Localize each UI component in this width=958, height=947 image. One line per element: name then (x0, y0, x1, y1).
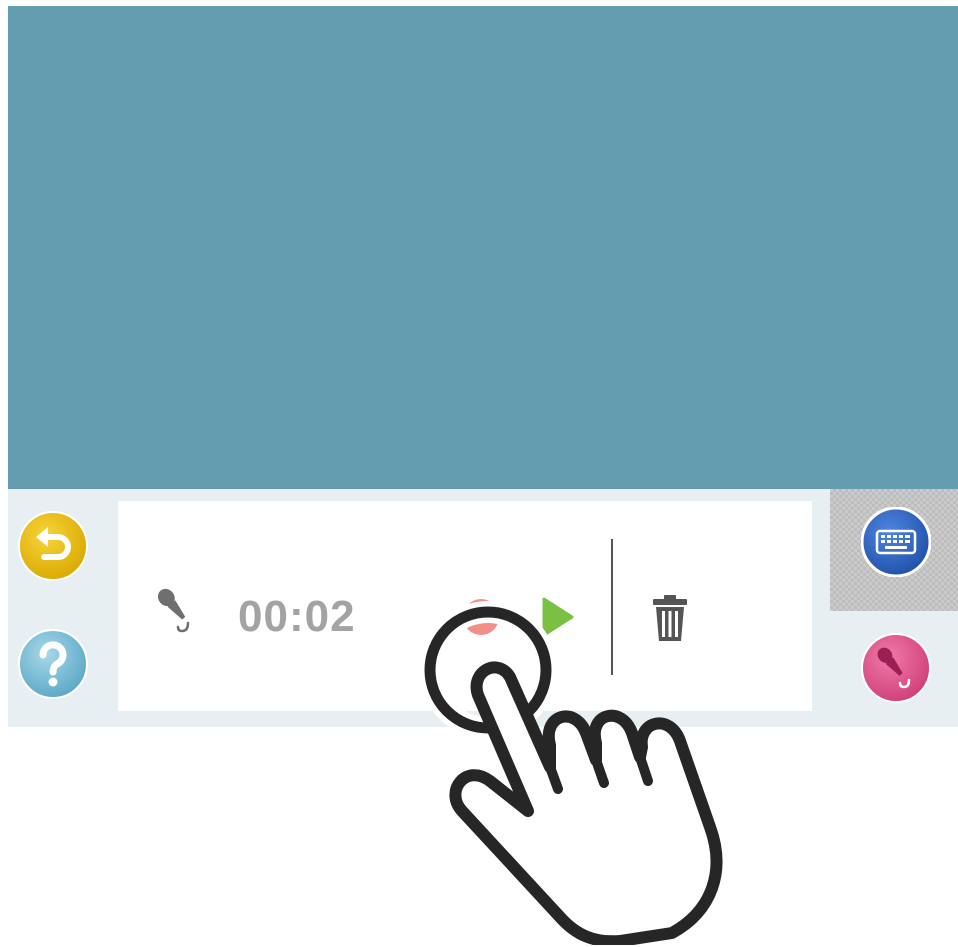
record-button[interactable] (463, 599, 499, 635)
main-canvas (8, 6, 958, 489)
recording-timer: 00:02 (238, 592, 356, 641)
play-button[interactable] (540, 597, 576, 637)
help-button[interactable] (18, 629, 88, 699)
keyboard-icon (861, 507, 931, 577)
toolbar-divider (611, 539, 613, 675)
microphone-button[interactable] (861, 633, 931, 703)
play-triangle-icon (542, 597, 574, 637)
microphone-icon (861, 633, 931, 703)
voice-recorder-panel: 00:02 (118, 501, 812, 711)
app-stage: 00:02 (0, 0, 958, 947)
question-mark-icon (18, 629, 88, 699)
back-button[interactable] (18, 511, 88, 581)
trash-icon (653, 595, 687, 641)
bottom-toolbar: 00:02 (8, 489, 958, 727)
keyboard-button[interactable] (861, 507, 931, 577)
back-arrow-icon (18, 511, 88, 581)
delete-button[interactable] (650, 593, 690, 643)
microphone-icon (150, 583, 202, 635)
